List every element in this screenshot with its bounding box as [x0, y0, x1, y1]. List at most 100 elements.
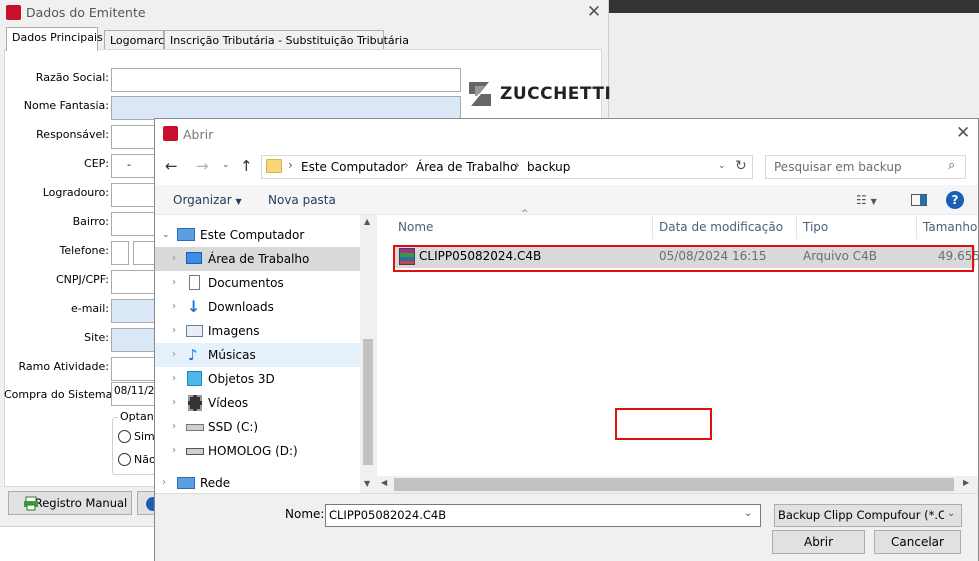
- radio-nao[interactable]: [118, 453, 131, 466]
- nav-label: Documentos: [208, 276, 284, 290]
- printer-icon: [23, 496, 39, 511]
- back-arrow-icon[interactable]: ←: [165, 157, 178, 175]
- preview-pane-icon[interactable]: [911, 194, 927, 206]
- folder-icon: [266, 159, 282, 173]
- nav-item-musicas[interactable]: › ♪ Músicas: [155, 343, 360, 367]
- chevron-right-icon: ›: [162, 477, 166, 488]
- close-icon[interactable]: ✕: [585, 4, 603, 22]
- chevron-right-icon: ›: [172, 301, 176, 312]
- close-icon[interactable]: ✕: [956, 125, 970, 142]
- file-type-select[interactable]: Backup Clipp Compufour (*.C4 ⌄: [774, 504, 962, 527]
- open-file-dialog: Abrir ✕ ← → ⌄ ↑ › Este Computador › Área…: [154, 118, 979, 561]
- recent-dropdown-icon[interactable]: ⌄: [222, 160, 230, 170]
- documents-icon: [189, 275, 200, 290]
- emitente-title: Dados do Emitente: [26, 5, 146, 20]
- dialog-title: Abrir: [183, 127, 214, 142]
- scroll-down-icon[interactable]: ▼: [364, 479, 370, 488]
- downloads-icon: ↓: [187, 297, 201, 316]
- chevron-right-icon: ›: [172, 421, 176, 432]
- email-label: e-mail:: [70, 302, 109, 315]
- highlight-file-box: [393, 245, 974, 272]
- hscroll-thumb[interactable]: [394, 478, 954, 491]
- view-options-icon[interactable]: ☷ ▼: [856, 193, 877, 207]
- breadcrumb-este-computador[interactable]: Este Computador: [301, 160, 405, 174]
- desktop-icon: [186, 252, 202, 264]
- nav-item-ssd[interactable]: › SSD (C:): [155, 415, 360, 439]
- nav-label: Downloads: [208, 300, 274, 314]
- breadcrumb-backup[interactable]: backup: [527, 160, 570, 174]
- nav-item-homolog[interactable]: › HOMOLOG (D:): [155, 439, 360, 463]
- scroll-up-icon[interactable]: ▲: [364, 217, 370, 226]
- search-icon: ⌕: [948, 158, 956, 173]
- music-icon: ♪: [188, 346, 198, 364]
- open-button[interactable]: Abrir: [772, 530, 865, 554]
- file-list-hscrollbar[interactable]: ◀ ▶: [377, 476, 978, 493]
- compra-sistema-label: Compra do Sistema:: [4, 388, 117, 401]
- scroll-right-icon[interactable]: ▶: [963, 478, 969, 487]
- nav-label: SSD (C:): [208, 420, 259, 434]
- nav-item-este-computador[interactable]: ⌄ Este Computador: [155, 223, 360, 247]
- forward-arrow-icon[interactable]: →: [196, 157, 209, 175]
- network-icon: [177, 477, 195, 489]
- chevron-down-icon[interactable]: ⌄: [744, 508, 752, 519]
- organize-button[interactable]: Organizar ▼: [173, 193, 242, 207]
- chevron-down-icon: ⌄: [947, 508, 956, 519]
- help-icon[interactable]: ?: [946, 191, 964, 209]
- chevron-down-icon: ▼: [235, 197, 242, 206]
- search-input[interactable]: Pesquisar em backup ⌕: [765, 155, 966, 179]
- tab-dados-principais[interactable]: Dados Principais: [6, 27, 103, 51]
- column-header-tipo[interactable]: Tipo: [797, 215, 917, 239]
- refresh-icon[interactable]: ↻: [735, 158, 747, 174]
- ramo-atividade-label: Ramo Atividade:: [18, 360, 109, 373]
- file-name-value: CLIPP05082024.C4B: [329, 508, 447, 522]
- nome-fantasia-label: Nome Fantasia:: [23, 99, 109, 112]
- nav-label: Músicas: [208, 348, 256, 362]
- breadcrumb-separator: ›: [515, 158, 520, 172]
- column-header-nome[interactable]: Nome: [392, 215, 653, 239]
- tab-inscricao-tributaria[interactable]: Inscrição Tributária - Substituição Trib…: [164, 30, 409, 50]
- radio-sim[interactable]: [118, 430, 131, 443]
- navigation-pane: ⌄ Este Computador › Área de Trabalho › D…: [155, 215, 376, 493]
- nav-item-objetos-3d[interactable]: › Objetos 3D: [155, 367, 360, 391]
- images-icon: [186, 325, 203, 337]
- nav-label: Imagens: [208, 324, 260, 338]
- registro-manual-button[interactable]: Registro Manual: [8, 491, 132, 515]
- nav-label: Este Computador: [200, 228, 305, 242]
- nav-scroll-thumb[interactable]: [363, 339, 373, 465]
- up-arrow-icon[interactable]: ↑: [240, 157, 253, 175]
- nav-label: Vídeos: [208, 396, 249, 410]
- bairro-label: Bairro:: [72, 215, 109, 228]
- nav-item-imagens[interactable]: › Imagens: [155, 319, 360, 343]
- chevron-right-icon: ›: [172, 325, 176, 336]
- nav-scrollbar[interactable]: ▲ ▼: [360, 215, 376, 493]
- nav-item-rede[interactable]: › Rede: [155, 471, 360, 495]
- scroll-left-icon[interactable]: ◀: [381, 478, 387, 487]
- nav-item-documentos[interactable]: › Documentos: [155, 271, 360, 295]
- address-bar[interactable]: › Este Computador › Área de Trabalho › b…: [261, 155, 753, 179]
- razao-social-field[interactable]: [111, 68, 461, 92]
- dialog-titlebar: Abrir ✕: [155, 119, 978, 149]
- cnpj-label: CNPJ/CPF:: [56, 273, 109, 286]
- breadcrumb-area-de-trabalho[interactable]: Área de Trabalho: [416, 160, 517, 174]
- background-window-titlebar: [608, 0, 979, 13]
- site-label: Site:: [84, 331, 109, 344]
- telefone-ddd-field[interactable]: [111, 241, 129, 265]
- nome-fantasia-field[interactable]: [111, 96, 461, 120]
- chevron-right-icon: ›: [172, 277, 176, 288]
- file-name-input[interactable]: CLIPP05082024.C4B ⌄: [325, 504, 761, 527]
- organize-label: Organizar: [173, 193, 232, 207]
- column-header-tamanho[interactable]: Tamanho: [917, 215, 978, 239]
- nav-item-downloads[interactable]: › ↓ Downloads: [155, 295, 360, 319]
- cancel-button[interactable]: Cancelar: [874, 530, 961, 554]
- drive-icon: [186, 448, 204, 455]
- tab-logomarca[interactable]: Logomarca: [104, 30, 171, 50]
- nav-item-videos[interactable]: › Vídeos: [155, 391, 360, 415]
- computer-icon: [177, 228, 195, 241]
- responsavel-label: Responsável:: [36, 128, 109, 141]
- address-bar-row: ← → ⌄ ↑ › Este Computador › Área de Trab…: [155, 149, 978, 185]
- column-header-data[interactable]: Data de modificação: [653, 215, 797, 239]
- nav-item-area-de-trabalho[interactable]: › Área de Trabalho: [155, 247, 360, 271]
- new-folder-button[interactable]: Nova pasta: [268, 193, 336, 207]
- nav-label: Rede: [200, 476, 231, 490]
- address-dropdown-icon[interactable]: ⌄: [718, 161, 726, 171]
